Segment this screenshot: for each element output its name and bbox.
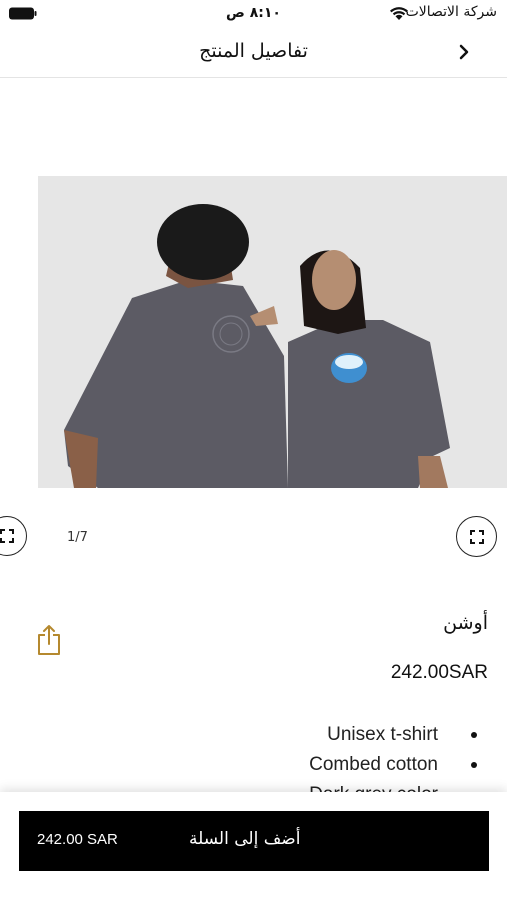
carrier-name: شركة الاتصالات [405,4,497,20]
bottom-action-bar: 242.00 SAR أضف إلى السلة [0,792,507,900]
cart-button-price: 242.00 SAR [37,831,118,848]
image-counter: 1/7 [67,530,88,545]
expand-button-left[interactable] [0,516,27,556]
expand-button-right[interactable] [456,516,497,557]
expand-icon [0,529,14,543]
bullet-icon [471,732,477,738]
back-button[interactable] [452,40,476,64]
expand-icon [469,529,484,544]
product-name: أوشن [443,612,488,634]
feature-item: Combed cotton [177,752,477,782]
feature-item: Unisex t-shirt [177,722,477,752]
product-price: 242.00SAR [390,662,488,683]
cart-button-label: أضف إلى السلة [189,829,301,849]
add-to-cart-button[interactable]: 242.00 SAR أضف إلى السلة [19,811,489,871]
bullet-icon [471,762,477,768]
page-title: تفاصيل المنتج [199,40,308,62]
navigation-bar: تفاصيل المنتج [0,28,507,78]
product-photo [38,176,507,488]
product-image-gallery[interactable] [38,176,507,488]
status-bar: ٨:١٠ ص شركة الاتصالات [0,0,507,28]
share-icon[interactable] [36,624,62,656]
